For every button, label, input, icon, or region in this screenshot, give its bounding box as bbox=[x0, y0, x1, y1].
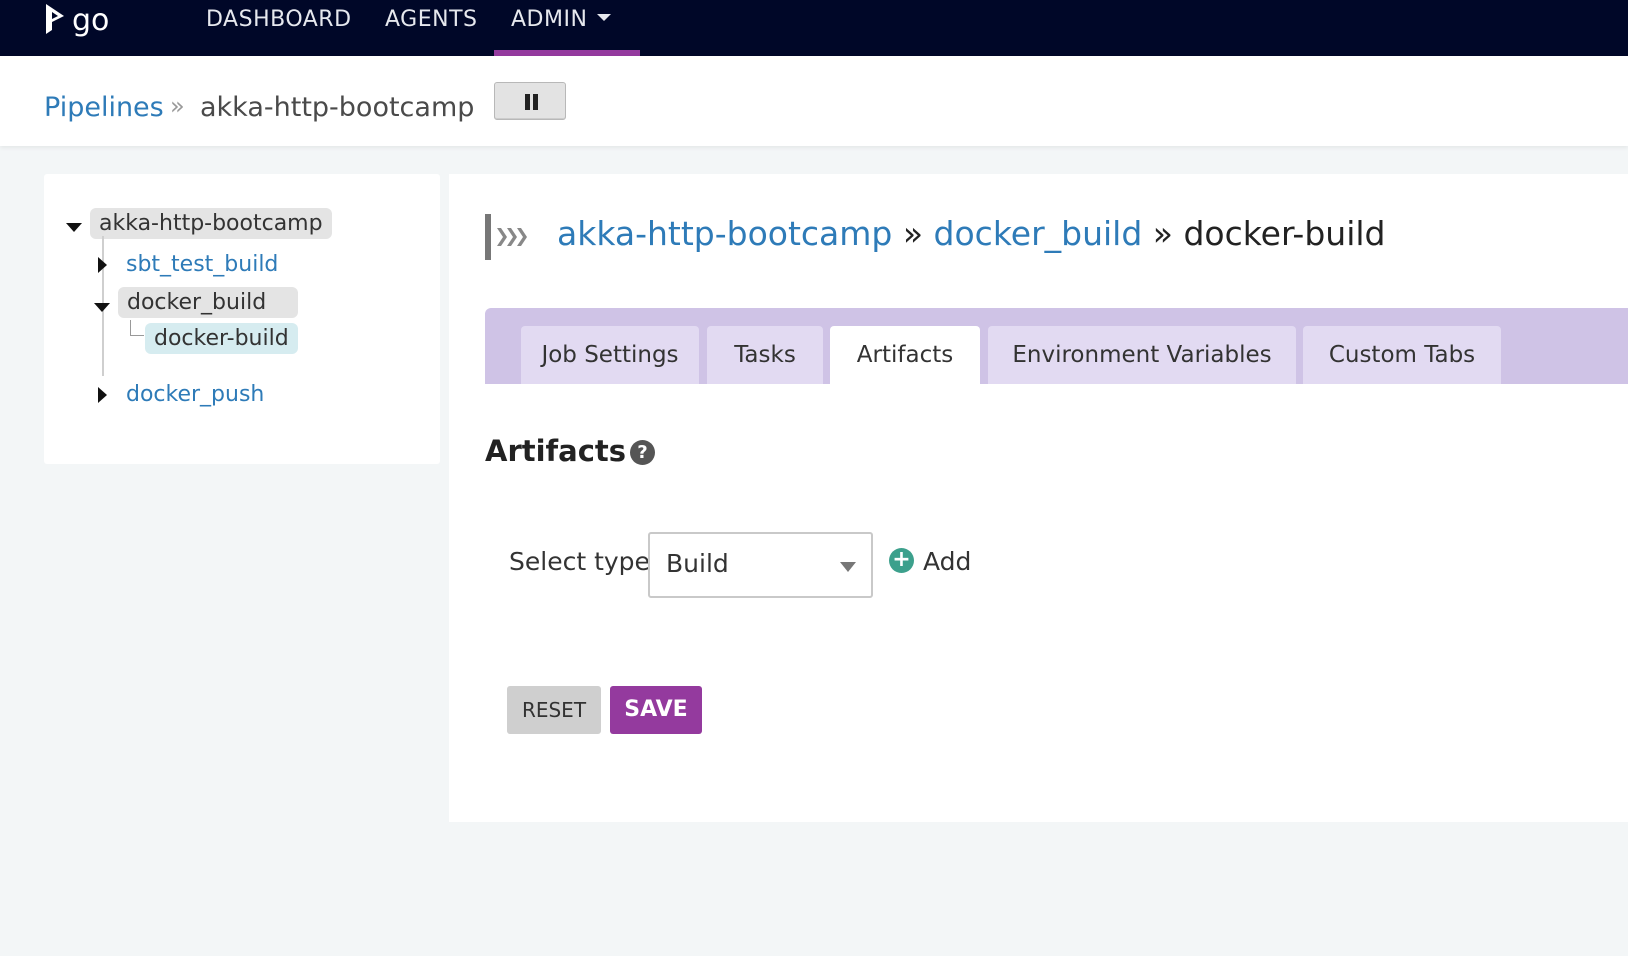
collapse-toggle-icon[interactable] bbox=[98, 387, 107, 403]
page-header: Pipelines » akka-http-bootcamp bbox=[0, 56, 1628, 146]
tree-job-docker-build[interactable]: docker-build bbox=[145, 323, 298, 354]
reset-button[interactable]: RESET bbox=[507, 686, 601, 734]
job-tabs: Job Settings Tasks Artifacts Environment… bbox=[485, 308, 1628, 384]
breadcrumb-pipelines-link[interactable]: Pipelines bbox=[44, 92, 164, 123]
tab-environment-variables[interactable]: Environment Variables bbox=[988, 326, 1296, 384]
artifact-type-select[interactable]: Build bbox=[648, 532, 873, 598]
tab-job-settings[interactable]: Job Settings bbox=[521, 326, 699, 384]
help-icon[interactable]: ? bbox=[630, 440, 655, 465]
chevron-down-icon bbox=[597, 13, 612, 21]
select-value: Build bbox=[666, 549, 729, 578]
plus-circle-icon[interactable]: + bbox=[889, 548, 914, 573]
top-navigation: go DASHBOARD AGENTS ADMIN bbox=[0, 0, 1628, 56]
svg-text:go: go bbox=[72, 3, 109, 38]
job-title-name: docker-build bbox=[1183, 214, 1386, 253]
job-icon bbox=[485, 214, 527, 260]
select-type-label: Select type: bbox=[509, 547, 659, 576]
expand-toggle-icon[interactable] bbox=[94, 303, 110, 312]
job-title-stage-link[interactable]: docker_build bbox=[934, 214, 1143, 253]
collapse-toggle-icon[interactable] bbox=[98, 257, 107, 273]
go-logo[interactable]: go bbox=[42, 0, 122, 40]
pause-icon bbox=[525, 94, 530, 110]
pipeline-tree: akka-http-bootcamp sbt_test_build docker… bbox=[44, 174, 440, 464]
chevron-down-icon bbox=[840, 562, 856, 572]
tree-pipeline-node[interactable]: akka-http-bootcamp bbox=[90, 208, 332, 239]
job-title-separator: » bbox=[1142, 214, 1184, 253]
expand-toggle-icon[interactable] bbox=[66, 223, 82, 232]
job-settings-panel: akka-http-bootcamp » docker_build » dock… bbox=[449, 174, 1628, 822]
tab-tasks[interactable]: Tasks bbox=[707, 326, 823, 384]
add-artifact-button[interactable]: Add bbox=[923, 547, 971, 576]
breadcrumb-separator: » bbox=[170, 92, 185, 120]
nav-admin-label: ADMIN bbox=[511, 7, 588, 32]
pause-pipeline-button[interactable] bbox=[494, 82, 566, 120]
job-title-separator: » bbox=[892, 214, 934, 253]
job-title-pipeline-link[interactable]: akka-http-bootcamp bbox=[557, 214, 892, 253]
tree-stage-docker-build[interactable]: docker_build bbox=[118, 287, 298, 318]
section-title: Artifacts bbox=[485, 434, 627, 468]
save-button[interactable]: SAVE bbox=[610, 686, 702, 734]
tree-stage-docker-push[interactable]: docker_push bbox=[126, 382, 264, 407]
job-title: akka-http-bootcamp » docker_build » dock… bbox=[557, 214, 1385, 253]
tree-connector bbox=[130, 320, 144, 336]
tree-stage-sbt-test-build[interactable]: sbt_test_build bbox=[126, 252, 278, 277]
breadcrumb-current: akka-http-bootcamp bbox=[200, 92, 475, 123]
tab-artifacts[interactable]: Artifacts bbox=[830, 326, 980, 384]
nav-dashboard[interactable]: DASHBOARD bbox=[206, 0, 352, 56]
nav-admin[interactable]: ADMIN bbox=[494, 0, 640, 56]
tab-custom-tabs[interactable]: Custom Tabs bbox=[1303, 326, 1501, 384]
pause-icon-bar bbox=[533, 94, 538, 110]
nav-agents[interactable]: AGENTS bbox=[385, 0, 477, 56]
